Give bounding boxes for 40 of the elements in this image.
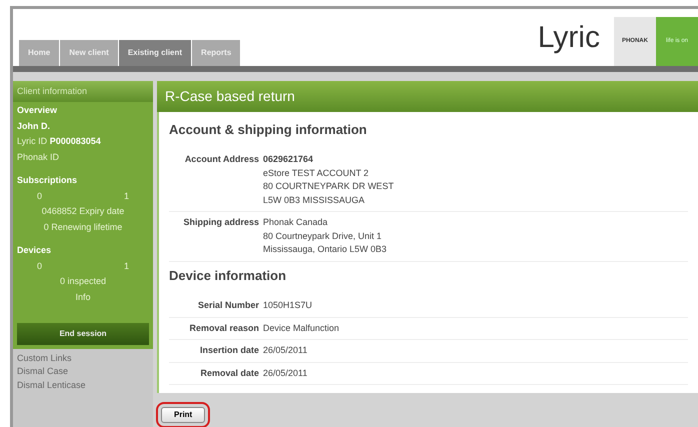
sidebar-title: Client information	[13, 80, 153, 102]
field-label: Account Address	[184, 153, 259, 166]
field-label: Insertion date	[198, 344, 259, 357]
section-heading: Devices	[17, 244, 52, 257]
client-name: John D.	[17, 120, 51, 132]
field-value: 0629621764 eStore TEST ACCOUNT 2 80 COURTNEYPARK DR WEST L5W 0B3 MISSISSAUGA	[263, 153, 394, 206]
id-label: Phonak ID	[17, 152, 60, 162]
field-label: Serial Number	[196, 299, 259, 312]
nav-tab[interactable]: Existing client	[118, 40, 192, 66]
custom-link[interactable]: Dismal Case	[17, 365, 149, 378]
subscription-info-text: 0468852 Expiry date	[40, 205, 126, 218]
section-heading: Account & shipping information	[169, 120, 368, 139]
count-text: 1	[124, 260, 129, 272]
field-value: Device Malfunction	[263, 322, 340, 334]
section-heading: Device information	[169, 266, 288, 284]
section-heading: Overview	[17, 104, 58, 117]
field-value: Phonak Canada 80 Courtneypark Drive, Unit 1 Mississauga, Ontario L5W 0B3	[263, 216, 387, 256]
links-heading: Custom Links	[17, 352, 73, 364]
device-info-text: Info	[74, 290, 92, 304]
field-label: Shipping address	[182, 216, 259, 229]
id-value: P000083054	[50, 136, 101, 146]
section-heading: Subscriptions	[17, 174, 78, 187]
count-text: 0	[37, 260, 42, 272]
nav-tab[interactable]: Reports	[192, 40, 240, 66]
field-label: Removal date	[199, 366, 259, 380]
device-info-text: 0 inspected	[58, 275, 108, 288]
custom-link[interactable]: Dismal Lenticase	[17, 378, 149, 392]
nav-tab[interactable]: New client	[60, 40, 118, 66]
field-value: 26/05/2011	[263, 366, 308, 380]
field-label: Removal reason	[188, 322, 259, 334]
field-value: 26/05/2011	[263, 344, 308, 357]
end-session-button[interactable]: End session	[17, 322, 149, 344]
id-label: Lyric ID	[17, 136, 48, 146]
count-text: 0	[37, 190, 42, 202]
count-text: 1	[124, 190, 129, 202]
lyric-logo: Lyric	[538, 23, 600, 53]
panel-title: R-Case based return	[157, 80, 698, 112]
nav-tab[interactable]: Home	[19, 40, 60, 66]
subscription-info-text: 0 Renewing lifetime	[42, 220, 124, 234]
field-value: 1050H1S7U	[263, 299, 312, 312]
